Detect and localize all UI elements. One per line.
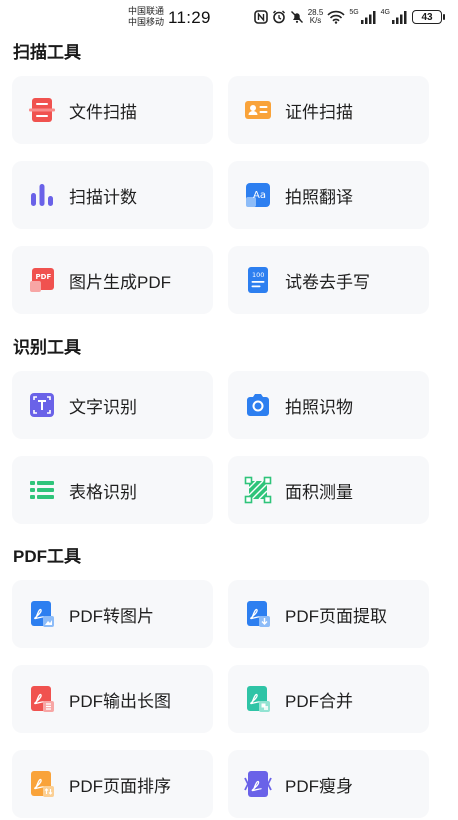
tool-label: 图片生成PDF: [69, 272, 171, 292]
status-icons: 28.5 K/s 5G 4G 43: [253, 9, 445, 25]
tool-label: 试卷去手写: [285, 272, 370, 292]
tool-document-scan[interactable]: 文件扫描: [12, 76, 213, 144]
image-to-pdf-icon: PDF: [28, 266, 56, 294]
carrier-names: 中国联通 中国移动: [128, 6, 164, 28]
tool-label: PDF瘦身: [285, 776, 353, 796]
tool-label: PDF合并: [285, 691, 353, 711]
tool-label: 文件扫描: [69, 102, 137, 122]
battery-icon: 43: [412, 10, 445, 24]
tool-pdf-page-extract[interactable]: PDF页面提取: [228, 580, 429, 648]
wifi-icon: [327, 10, 345, 24]
pdf-to-image-icon: [28, 600, 56, 628]
pdf-sort-icon: [28, 770, 56, 798]
table-icon: [28, 476, 56, 504]
signal-icon-2: [392, 10, 408, 24]
tool-id-scan[interactable]: 证件扫描: [228, 76, 429, 144]
area-measure-icon: [244, 476, 272, 504]
tool-scan-count[interactable]: 扫描计数: [12, 161, 213, 229]
bar-count-icon: [28, 181, 56, 209]
tool-label: 证件扫描: [285, 102, 353, 122]
tool-pdf-long-image[interactable]: PDF输出长图: [12, 665, 213, 733]
tool-label: 扫描计数: [69, 187, 137, 207]
status-bar: 中国联通 中国移动 11:29 28.5 K/s 5G 4G 43: [0, 0, 458, 34]
pdf-long-image-icon: [28, 685, 56, 713]
tool-label: PDF转图片: [69, 606, 154, 626]
tool-label: PDF页面排序: [69, 776, 171, 796]
status-clock: 11:29: [168, 8, 211, 27]
tool-pdf-page-sort[interactable]: PDF页面排序: [12, 750, 213, 818]
section-title-recognize: 识别工具: [13, 338, 81, 357]
tool-label: 文字识别: [69, 397, 137, 417]
section-title-pdf: PDF工具: [13, 547, 81, 566]
tool-exam-remove-handwriting[interactable]: 100 试卷去手写: [228, 246, 429, 314]
carrier-1: 中国联通: [128, 6, 165, 16]
carrier-2: 中国移动: [128, 17, 165, 27]
camera-icon: [244, 391, 272, 419]
tool-table-recognition[interactable]: 表格识别: [12, 456, 213, 524]
tool-label: 拍照识物: [285, 397, 353, 417]
id-card-icon: [244, 96, 272, 124]
tool-photo-object-recognition[interactable]: 拍照识物: [228, 371, 429, 439]
tool-area-measure[interactable]: 面积测量: [228, 456, 429, 524]
tool-pdf-compress[interactable]: PDF瘦身: [228, 750, 429, 818]
tool-label: 拍照翻译: [285, 187, 353, 207]
network-5g-label: 5G: [349, 9, 359, 16]
nfc-icon: [253, 10, 268, 24]
svg-text:PDF: PDF: [36, 273, 52, 281]
document-scan-icon: [28, 96, 56, 124]
mute-icon: [290, 10, 304, 24]
exam-paper-icon: 100: [244, 266, 272, 294]
alarm-icon: [272, 10, 286, 24]
pdf-merge-icon: [244, 685, 272, 713]
tool-label: 表格识别: [69, 482, 137, 502]
translate-icon: Aa: [244, 181, 272, 209]
tool-pdf-merge[interactable]: PDF合并: [228, 665, 429, 733]
tool-label: 面积测量: [285, 482, 353, 502]
tool-text-recognition[interactable]: 文字识别: [12, 371, 213, 439]
text-recognition-icon: [28, 391, 56, 419]
network-speed: 28.5 K/s: [308, 9, 324, 25]
svg-text:Aa: Aa: [253, 190, 266, 201]
section-title-scan: 扫描工具: [13, 43, 81, 62]
pdf-compress-icon: [244, 770, 272, 798]
tool-photo-translate[interactable]: Aa 拍照翻译: [228, 161, 429, 229]
svg-text:100: 100: [252, 271, 264, 279]
network-4g-label: 4G: [380, 9, 390, 16]
pdf-extract-icon: [244, 600, 272, 628]
tool-label: PDF页面提取: [285, 606, 387, 626]
tool-image-to-pdf[interactable]: PDF 图片生成PDF: [12, 246, 213, 314]
tool-pdf-to-image[interactable]: PDF转图片: [12, 580, 213, 648]
tool-label: PDF输出长图: [69, 691, 171, 711]
speed-unit: K/s: [309, 16, 322, 25]
signal-icon-1: [360, 10, 377, 24]
